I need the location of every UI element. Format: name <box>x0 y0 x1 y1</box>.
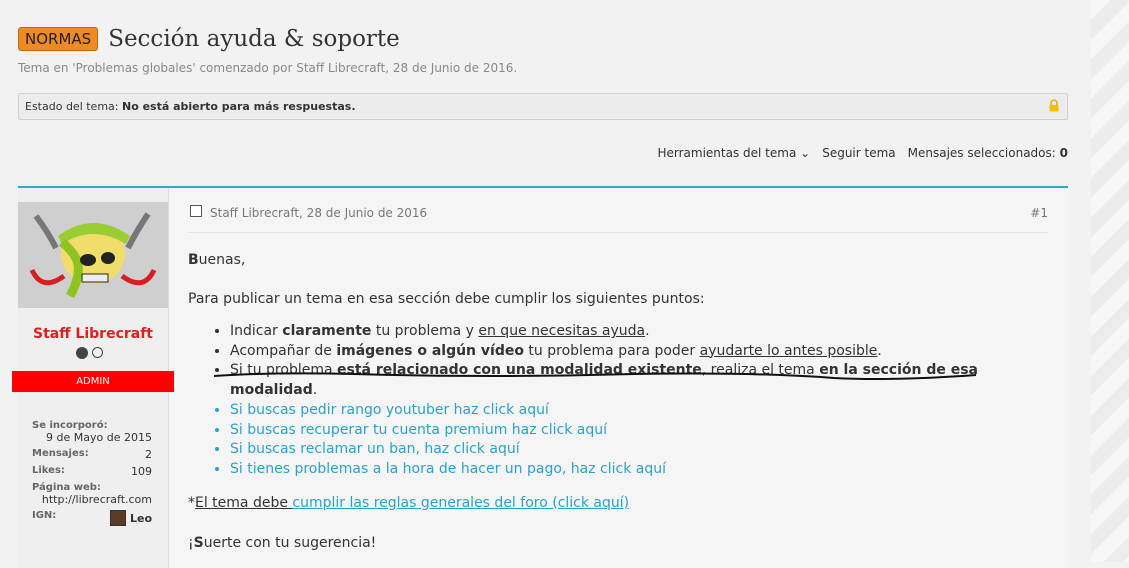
thread-prefix-badge[interactable]: NORMAS <box>18 27 99 51</box>
hand-drawn-underline <box>213 372 977 380</box>
thread-title: Sección ayuda & soporte <box>108 26 400 52</box>
rule1-e: . <box>645 323 650 339</box>
ign-label: IGN: <box>32 510 57 521</box>
rule2-b: imágenes o algún vídeo <box>336 342 524 359</box>
user-info: Se incorporó: 9 de Mayo de 2015 Mensajes… <box>32 420 152 526</box>
rule1-c: tu problema y <box>371 323 479 339</box>
greeting: Buenas, <box>188 250 1048 270</box>
rule2-a: Acompañar de <box>230 342 337 359</box>
admin-banner: ADMIN <box>12 371 174 392</box>
avatar[interactable] <box>18 202 168 308</box>
forum-rules-link[interactable]: cumplir las reglas generales del foro (c… <box>292 495 629 511</box>
thread-status-bar: Estado del tema: No está abierto para má… <box>18 93 1068 120</box>
rules-list: Indicar claramente tu problema y en que … <box>188 322 1048 480</box>
rule2-c: tu problema para poder <box>523 342 700 359</box>
side-pattern <box>1091 0 1129 562</box>
greeting-text: uenas, <box>198 252 246 268</box>
minecraft-head-icon <box>109 510 126 526</box>
joined-label: Se incorporó: <box>32 420 108 431</box>
note-asterisk: * <box>188 494 195 511</box>
selected-messages[interactable]: Mensajes seleccionados: 0 <box>908 146 1068 160</box>
chevron-down-icon: ⌄ <box>800 146 811 160</box>
likes-row: Likes: 109 <box>32 465 152 478</box>
lock-icon <box>1049 99 1059 112</box>
website-label: Página web: <box>32 482 101 493</box>
note-text: El tema debe <box>195 494 293 511</box>
rule2-d: ayudarte lo antes posible <box>699 342 878 359</box>
gear-icon <box>76 347 88 359</box>
list-item: Si buscas reclamar un ban, haz click aqu… <box>230 440 1048 460</box>
likes-label: Likes: <box>32 465 65 476</box>
closing-rest: uerte con tu sugerencia! <box>203 534 377 551</box>
payment-problem-link[interactable]: Si tienes problemas a la hora de hacer u… <box>230 461 666 477</box>
select-post-checkbox[interactable] <box>190 205 202 217</box>
list-item: Si buscas pedir rango youtuber haz click… <box>230 401 1048 421</box>
selected-messages-count: 0 <box>1059 146 1068 160</box>
ign-row: IGN: Leo <box>32 510 152 526</box>
username[interactable]: Staff Librecraft <box>18 326 168 342</box>
closing-initial: S <box>193 534 204 551</box>
youtuber-rank-link[interactable]: Si buscas pedir rango youtuber haz click… <box>230 402 549 418</box>
pirate-logo-image <box>18 202 168 308</box>
list-item: Indicar claramente tu problema y en que … <box>230 322 1048 342</box>
thread-subtitle: Tema en 'Problemas globales' comenzado p… <box>18 61 518 75</box>
ign-value-wrap: Leo <box>109 510 152 526</box>
closing-text: ¡Suerte con tu sugerencia! <box>188 533 1048 553</box>
recover-premium-link[interactable]: Si buscas recuperar tu cuenta premium ha… <box>230 422 607 438</box>
selected-messages-label: Mensajes seleccionados: <box>907 146 1056 160</box>
user-pane: Staff Librecraft ADMIN Se incorporó: 9 d… <box>12 188 174 568</box>
ign-value: Leo <box>129 511 152 525</box>
thread-status-label: Estado del tema: <box>25 100 119 113</box>
thread-status-value: No está abierto para más respuestas. <box>122 100 356 113</box>
list-item: Acompañar de imágenes o algún vídeo tu p… <box>230 342 1048 362</box>
thread-tools-label: Herramientas del tema <box>657 146 797 160</box>
rule1-d: en que necesitas ayuda <box>478 323 646 339</box>
messages-label: Mensajes: <box>32 448 89 459</box>
thread-header: NORMAS Sección ayuda & soporte <box>18 26 400 52</box>
follow-thread-link[interactable]: Seguir tema <box>822 146 895 160</box>
post-divider <box>188 232 1048 233</box>
check-circle-icon <box>92 347 103 358</box>
website-link[interactable]: http://librecraft.com <box>32 493 152 506</box>
intro-text: Para publicar un tema en esa sección deb… <box>188 291 705 307</box>
user-badges <box>76 347 103 359</box>
post-author-date[interactable]: Staff Librecraft, 28 de Junio de 2016 <box>210 206 427 220</box>
greeting-initial: B <box>188 252 199 268</box>
ban-appeal-link[interactable]: Si buscas reclamar un ban, haz click aqu… <box>230 441 520 457</box>
rule1-a: Indicar <box>230 323 283 339</box>
rule1-b: claramente <box>282 323 372 339</box>
messages-value: 2 <box>145 448 152 461</box>
message-body: Buenas, Para publicar un tema en esa sec… <box>188 250 1048 553</box>
thread-status-text: Estado del tema: No está abierto para má… <box>25 100 356 113</box>
likes-value: 109 <box>131 465 152 478</box>
thread-tools-menu[interactable]: Herramientas del tema ⌄ <box>657 146 810 160</box>
forum-rules-note: *El tema debe cumplir las reglas general… <box>188 493 1048 513</box>
thread-tools-bar: Herramientas del tema ⌄ Seguir tema Mens… <box>657 146 1068 160</box>
list-item: Si buscas recuperar tu cuenta premium ha… <box>230 421 1048 441</box>
messages-row: Mensajes: 2 <box>32 448 152 461</box>
post-permalink-number[interactable]: #1 <box>1030 206 1048 220</box>
list-item: Si tienes problemas a la hora de hacer u… <box>230 460 1048 480</box>
joined-value: 9 de Mayo de 2015 <box>46 431 152 444</box>
rule2-e: . <box>877 342 882 359</box>
